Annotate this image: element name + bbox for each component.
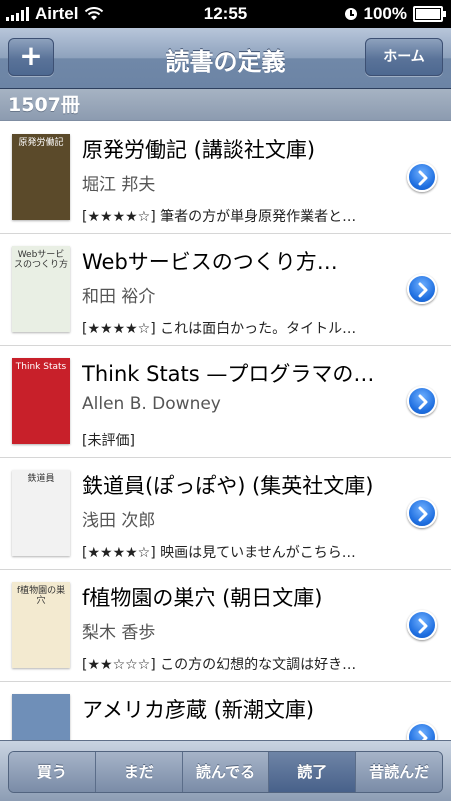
chevron-right-icon (418, 618, 428, 634)
detail-disclosure-button[interactable] (407, 722, 437, 740)
book-cover-image: f植物園の巣穴 (12, 582, 70, 668)
book-title: Webサービスのつくり方… (82, 250, 338, 274)
book-author: 梨木 香歩 (82, 623, 156, 643)
book-cover-text: f植物園の巣穴 (16, 586, 66, 606)
tab-2[interactable]: 読んでる (182, 752, 270, 792)
book-row[interactable]: f植物園の巣穴 f植物園の巣穴 (朝日文庫) 梨木 香歩 [★★☆☆☆] この方の幻想… (0, 570, 451, 682)
tab-0[interactable]: 買う (9, 752, 96, 792)
tab-4[interactable]: 昔読んだ (356, 752, 442, 792)
battery-percent: 100% (363, 4, 407, 23)
book-author: 堀江 邦夫 (82, 175, 156, 195)
book-cover-text: Webサービスのつくり方 (14, 250, 69, 270)
chevron-right-icon (418, 730, 428, 740)
detail-disclosure-button[interactable] (407, 498, 437, 528)
status-segmented-control: 買う まだ 読んでる 読了 昔読んだ (8, 751, 443, 793)
battery-icon (413, 6, 446, 22)
book-author: 和田 裕介 (82, 287, 156, 307)
book-cover-text: 原発労働記 (18, 138, 64, 148)
book-title: 鉄道員(ぽっぽや) (集英社文庫) (82, 474, 374, 498)
book-review: [★★☆☆☆] この方の幻想的な文調は好き… (82, 657, 357, 673)
book-cover-image: 鉄道員 (12, 470, 70, 556)
book-review: [★★★★☆] これは面白かった。タイトル… (82, 321, 357, 337)
book-row[interactable]: 鉄道員 鉄道員(ぽっぽや) (集英社文庫) 浅田 次郎 [★★★★☆] 映画は見ていま… (0, 458, 451, 570)
detail-disclosure-button[interactable] (407, 162, 437, 192)
tab-bar: 買う まだ 読んでる 読了 昔読んだ (0, 740, 451, 801)
chevron-right-icon (418, 170, 428, 186)
book-cover-image: Webサービスのつくり方 (12, 246, 70, 332)
book-title: Think Stats —プログラマの… (82, 362, 375, 386)
navigation-bar: + 読書の定義 ホーム (0, 28, 451, 89)
book-title: 原発労働記 (講談社文庫) (82, 138, 316, 162)
book-author: 浅田 次郎 (82, 511, 156, 531)
book-author: Allen B. Downey (82, 394, 221, 414)
book-review: [★★★★☆] 映画は見ていませんがこちら… (82, 545, 356, 561)
book-cover-image (12, 694, 70, 740)
status-bar: Airtel 12:55 100% (0, 0, 451, 28)
book-title: アメリカ彦蔵 (新潮文庫) (82, 698, 315, 722)
tab-1[interactable]: まだ (95, 752, 183, 792)
book-review: [未評価] (82, 433, 135, 449)
detail-disclosure-button[interactable] (407, 610, 437, 640)
book-count-header: 1507冊 (0, 89, 451, 121)
book-title: f植物園の巣穴 (朝日文庫) (82, 586, 323, 610)
book-row[interactable]: Webサービスのつくり方 Webサービスのつくり方… 和田 裕介 [★★★★☆] これ… (0, 234, 451, 346)
chevron-right-icon (418, 282, 428, 298)
detail-disclosure-button[interactable] (407, 386, 437, 416)
book-cover-image: 原発労働記 (12, 134, 70, 220)
book-review: [★★★★☆] 筆者の方が単身原発作業者と… (82, 209, 357, 225)
book-list: 原発労働記 原発労働記 (講談社文庫) 堀江 邦夫 [★★★★☆] 筆者の方が単身原発… (0, 122, 451, 740)
book-cover-text: Think Stats (15, 362, 67, 372)
book-row[interactable]: アメリカ彦蔵 (新潮文庫) (0, 682, 451, 740)
home-button[interactable]: ホーム (365, 38, 443, 76)
detail-disclosure-button[interactable] (407, 274, 437, 304)
book-cover-text: 鉄道員 (27, 474, 55, 484)
chevron-right-icon (418, 394, 428, 410)
tab-3[interactable]: 読了 (269, 752, 357, 792)
rotation-lock-icon (344, 8, 357, 20)
book-row[interactable]: Think Stats Think Stats —プログラマの… Allen B. … (0, 346, 451, 458)
chevron-right-icon (418, 506, 428, 522)
book-cover-image: Think Stats (12, 358, 70, 444)
book-row[interactable]: 原発労働記 原発労働記 (講談社文庫) 堀江 邦夫 [★★★★☆] 筆者の方が単身原発… (0, 122, 451, 234)
